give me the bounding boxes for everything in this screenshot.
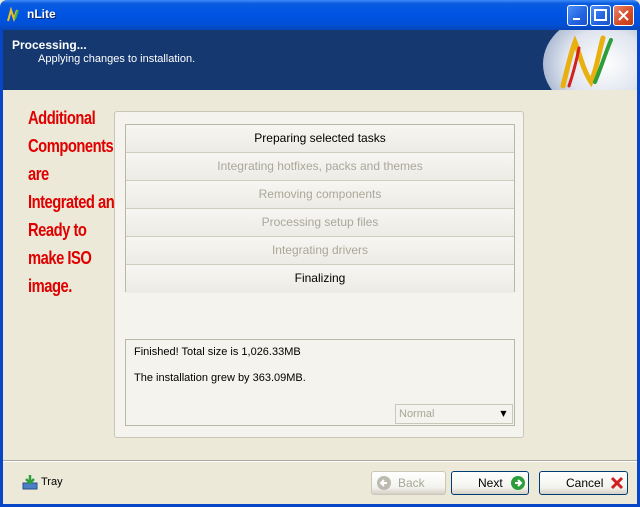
annotation-line: make ISO [28,248,92,268]
log-total-size: Finished! Total size is 1,026.33MB [134,346,301,358]
task-item: Integrating drivers [126,237,514,265]
tray-label: Tray [41,476,63,488]
minimize-button[interactable] [567,5,588,26]
header-title: Processing... [12,38,87,52]
annotation-text: Additional Components are Integrated and… [28,104,126,300]
cancel-label: Cancel [566,476,604,490]
nlite-app-icon[interactable] [6,7,22,23]
tray-icon [22,475,38,490]
task-item: Processing setup files [126,209,514,237]
annotation-line: Integrated and [28,192,123,212]
task-list: Preparing selected tasks Integrating hot… [125,124,515,293]
back-arrow-icon [377,476,391,490]
annotation-line: image. [28,276,72,296]
annotation-line: Components [28,136,114,156]
close-icon [618,10,629,21]
maximize-icon [594,9,607,21]
status-log: Finished! Total size is 1,026.33MB The i… [125,339,515,426]
priority-select[interactable]: Normal ▼ [395,404,513,424]
annotation-line: Additional [28,108,96,128]
header-subtitle: Applying changes to installation. [38,53,196,65]
close-window-button[interactable] [613,5,634,26]
log-growth: The installation grew by 363.09MB. [134,372,306,384]
priority-select-value: Normal [399,408,435,420]
task-item: Finalizing [126,265,514,293]
back-button[interactable]: Back [371,471,446,495]
dropdown-arrow-icon[interactable]: ▼ [495,405,512,423]
task-item: Integrating hotfixes, packs and themes [126,153,514,181]
window-title: nLite [27,7,56,21]
wizard-header: Processing... Applying changes to instal… [3,30,637,90]
next-button[interactable]: Next [451,471,529,495]
annotation-line: are [28,164,49,184]
annotation-line: Ready to [28,220,87,240]
task-item: Preparing selected tasks [126,125,514,153]
title-bar: nLite [0,0,640,30]
next-arrow-icon [511,476,525,490]
back-label: Back [398,476,425,490]
minimize-icon [573,18,580,20]
task-item: Removing components [126,181,514,209]
footer-divider-highlight [3,461,637,462]
cancel-x-icon [610,476,624,490]
nlite-logo [543,30,637,90]
maximize-button[interactable] [590,5,611,26]
cancel-button[interactable]: Cancel [539,471,628,495]
next-label: Next [478,476,503,490]
